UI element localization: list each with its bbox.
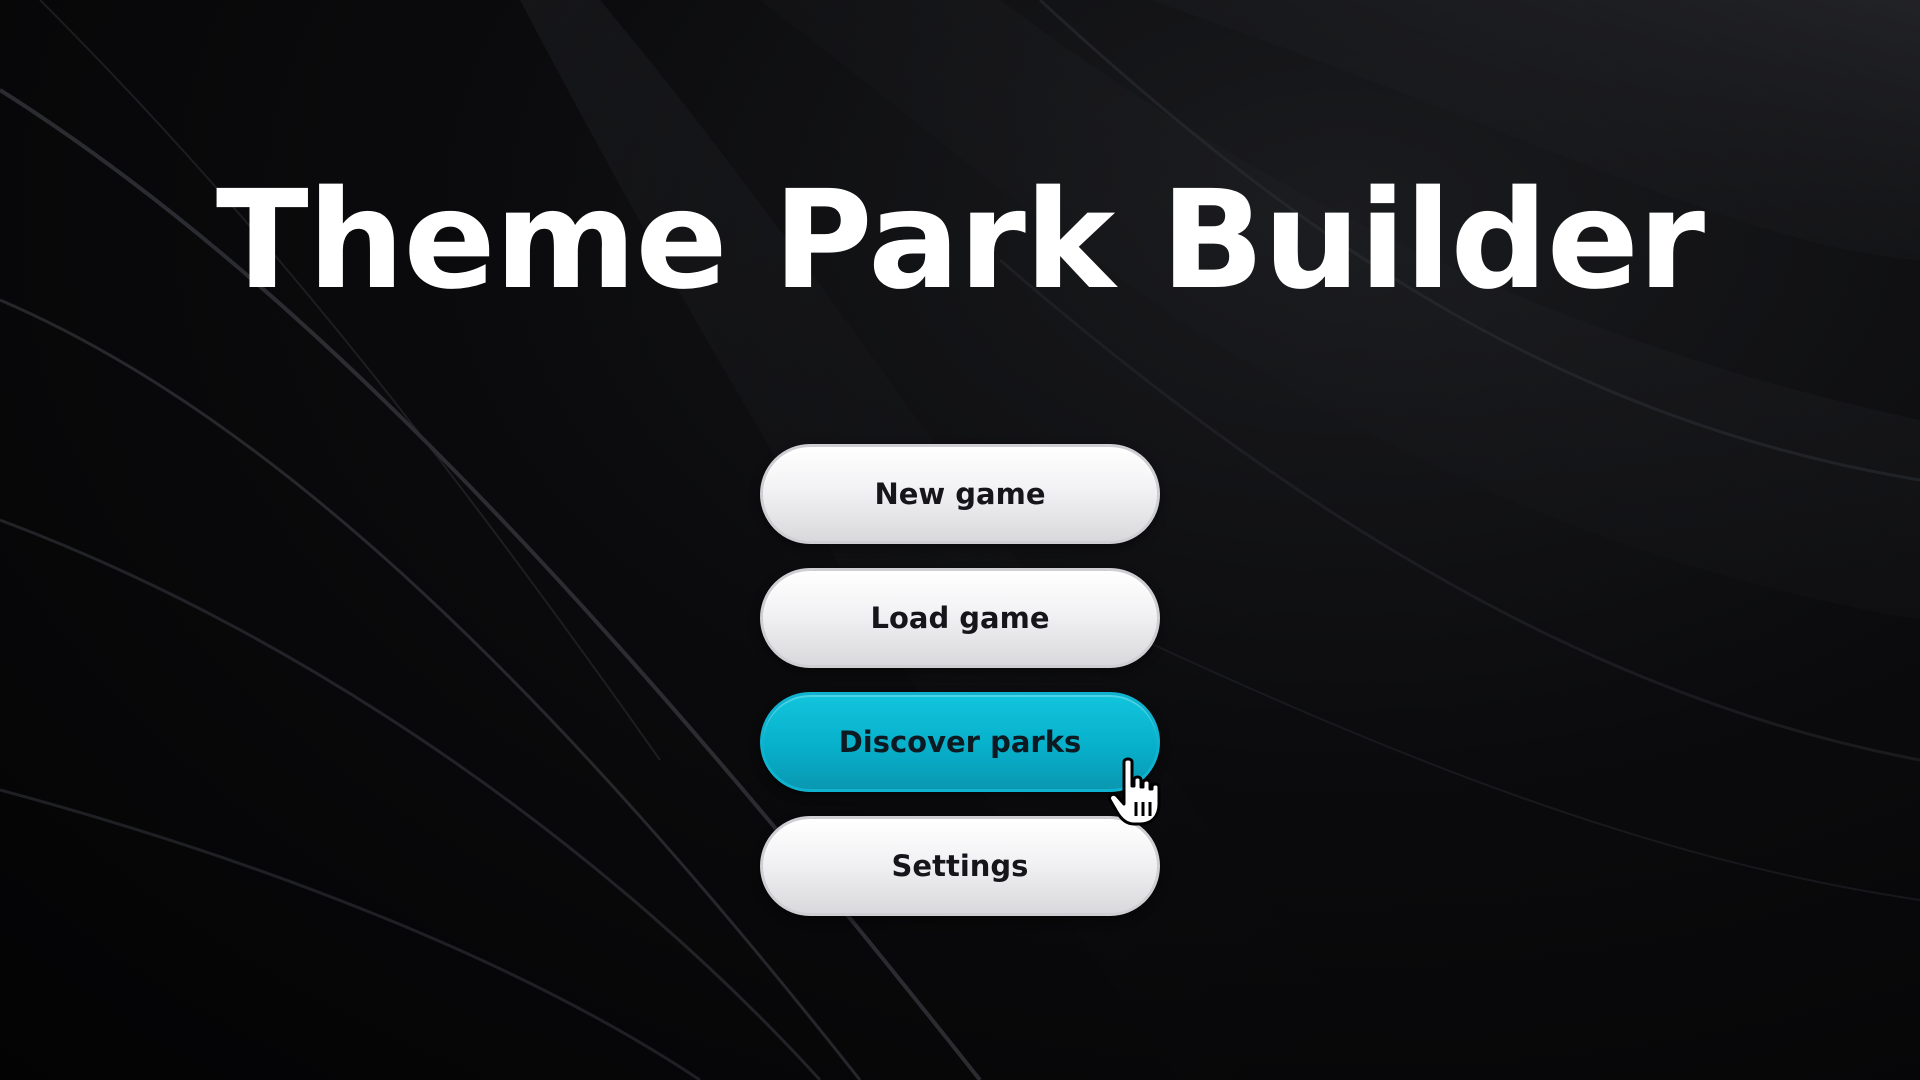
game-title: Theme Park Builder <box>215 162 1705 320</box>
settings-button[interactable]: Settings <box>760 816 1160 916</box>
hand-pointer-icon <box>1108 757 1161 826</box>
discover-parks-button[interactable]: Discover parks <box>760 692 1160 792</box>
load-game-button[interactable]: Load game <box>760 568 1160 668</box>
main-menu: New game Load game Discover parks Settin… <box>760 444 1160 940</box>
new-game-button[interactable]: New game <box>760 444 1160 544</box>
main-menu-screen: Theme Park Builder New game Load game Di… <box>0 0 1920 1080</box>
